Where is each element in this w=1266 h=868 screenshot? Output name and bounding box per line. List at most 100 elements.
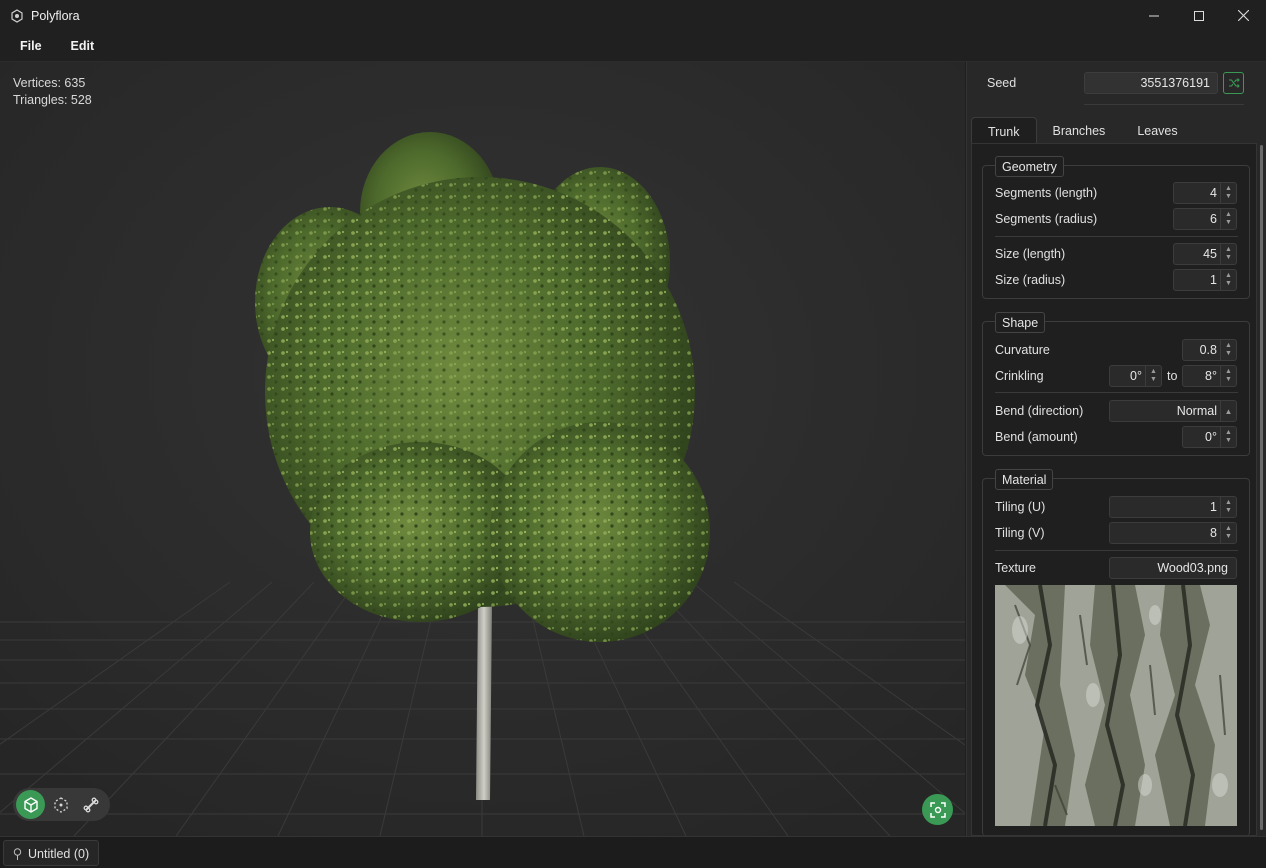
curvature-row: Curvature 0.8 ▲ ▼ [995,339,1238,361]
texture-label: Texture [995,561,1036,575]
segments-length-label: Segments (length) [995,186,1098,200]
crinkling-to-label: to [1167,369,1178,383]
tree-foliage [255,132,710,642]
bend-direction-dropdown[interactable]: Normal ▲︎ [1109,400,1237,422]
shuffle-icon [1228,78,1240,88]
spin-arrows[interactable]: ▲ ▼ [1220,523,1236,543]
crinkling-max-spinbox[interactable]: 8° ▲ ▼ [1182,365,1237,387]
trunk-tab-content: Geometry Segments (length) 4 ▲ ▼ Segments… [971,143,1257,836]
crinkling-min-value: 0° [1130,369,1142,383]
spin-arrows[interactable]: ▲ ▼ [1220,427,1236,447]
spin-arrows[interactable]: ▲ ▼ [1220,244,1236,264]
size-radius-spinbox[interactable]: 1 ▲ ▼ [1173,269,1237,291]
texture-row: Texture Wood03.png [995,557,1238,579]
panel-scrollbar[interactable] [1260,145,1263,830]
tiling-u-row: Tiling (U) 1 ▲ ▼ [995,496,1238,518]
tiling-u-spinbox[interactable]: 1 ▲ ▼ [1109,496,1237,518]
crinkling-max-value: 8° [1205,369,1217,383]
chevron-icon: ▲︎ [1220,401,1236,421]
title-bar: Polyflora [0,0,1266,31]
divider [995,392,1238,393]
menu-edit[interactable]: Edit [61,39,105,53]
bend-amount-value: 0° [1205,430,1217,444]
bark-texture-image [995,585,1237,826]
minimize-button[interactable] [1131,0,1176,31]
size-radius-value: 1 [1210,273,1217,287]
spin-arrows[interactable]: ▲ ▼ [1220,270,1236,290]
close-button[interactable] [1221,0,1266,31]
bend-amount-label: Bend (amount) [995,430,1078,444]
shape-group: Shape Curvature 0.8 ▲ ▼ Crinkling 0° ▲ ▼ t… [982,312,1250,456]
document-tab[interactable]: Untitled (0) [3,840,100,866]
minimize-icon [1148,15,1159,16]
segments-radius-value: 6 [1210,212,1217,226]
texture-file-input[interactable]: Wood03.png [1109,557,1237,579]
geometry-title: Geometry [995,156,1064,177]
divider [995,236,1238,237]
size-length-value: 45 [1203,247,1217,261]
curvature-value: 0.8 [1199,343,1217,357]
tree-trunk [476,602,492,800]
maximize-button[interactable] [1176,0,1221,31]
curvature-label: Curvature [995,343,1050,357]
spin-arrows[interactable]: ▲ ▼ [1220,183,1236,203]
menu-bar: File Edit [0,31,1266,62]
seed-label: Seed [987,76,1017,90]
seed-row: Seed 3551376191 [967,71,1266,97]
shaded-view-button[interactable] [16,790,45,819]
spin-arrows[interactable]: ▲ ▼ [1220,497,1236,517]
bend-amount-spinbox[interactable]: 0° ▲ ▼ [1182,426,1237,448]
triangle-count: Triangles: 528 [13,93,92,107]
bend-direction-row: Bend (direction) Normal ▲︎ [995,400,1238,422]
segments-radius-row: Segments (radius) 6 ▲ ▼ [995,208,1238,230]
bend-direction-label: Bend (direction) [995,404,1084,418]
segments-radius-label: Segments (radius) [995,212,1098,226]
divider [995,550,1238,551]
divider [1084,104,1244,105]
document-name: Untitled (0) [28,847,90,861]
segments-length-spinbox[interactable]: 4 ▲ ▼ [1173,182,1237,204]
tab-leaves[interactable]: Leaves [1121,117,1193,144]
tiling-u-value: 1 [1210,500,1217,514]
maximize-icon [1193,10,1204,21]
tiling-u-label: Tiling (U) [995,500,1046,514]
segments-length-value: 4 [1210,186,1217,200]
segments-length-row: Segments (length) 4 ▲ ▼ [995,182,1238,204]
crinkling-label: Crinkling [995,369,1044,383]
randomize-seed-button[interactable] [1223,72,1244,94]
window-title: Polyflora [31,8,80,23]
mesh-stats: Vertices: 635 Triangles: 528 [13,75,92,109]
menu-file[interactable]: File [10,39,52,53]
tree-scene [0,62,965,836]
segments-radius-spinbox[interactable]: 6 ▲ ▼ [1173,208,1237,230]
size-radius-label: Size (radius) [995,273,1066,287]
size-radius-row: Size (radius) 1 ▲ ▼ [995,269,1238,291]
vertex-count: Vertices: 635 [13,76,86,90]
spin-arrows[interactable]: ▲ ▼ [1220,209,1236,229]
spin-arrows[interactable]: ▲ ▼ [1220,366,1236,386]
seed-input[interactable]: 3551376191 [1084,72,1218,94]
bone-icon [83,797,98,812]
focus-view-button[interactable] [922,794,953,825]
size-length-spinbox[interactable]: 45 ▲ ▼ [1173,243,1237,265]
texture-preview[interactable] [995,585,1237,826]
tab-trunk[interactable]: Trunk [971,117,1037,144]
spin-arrows[interactable]: ▲ ▼ [1220,340,1236,360]
size-length-row: Size (length) 45 ▲ ▼ [995,243,1238,265]
crinkling-row: Crinkling 0° ▲ ▼ to 8° ▲ ▼ [995,365,1238,387]
skeleton-view-button[interactable] [76,790,105,819]
bend-direction-value: Normal [1176,404,1217,418]
3d-viewport[interactable]: Vertices: 635 Triangles: 528 [0,62,965,836]
geometry-group: Geometry Segments (length) 4 ▲ ▼ Segments… [982,156,1250,299]
view-mode-toolbar [13,788,110,821]
tiling-v-spinbox[interactable]: 8 ▲ ▼ [1109,522,1237,544]
focus-frame-icon [929,801,946,818]
tab-branches[interactable]: Branches [1037,117,1122,144]
crinkling-min-spinbox[interactable]: 0° ▲ ▼ [1109,365,1162,387]
tree-icon [13,848,22,860]
curvature-spinbox[interactable]: 0.8 ▲ ▼ [1182,339,1237,361]
material-title: Material [995,469,1054,490]
wireframe-view-button[interactable] [46,790,75,819]
selection-icon [53,796,68,813]
spin-arrows[interactable]: ▲ ▼ [1145,366,1161,386]
